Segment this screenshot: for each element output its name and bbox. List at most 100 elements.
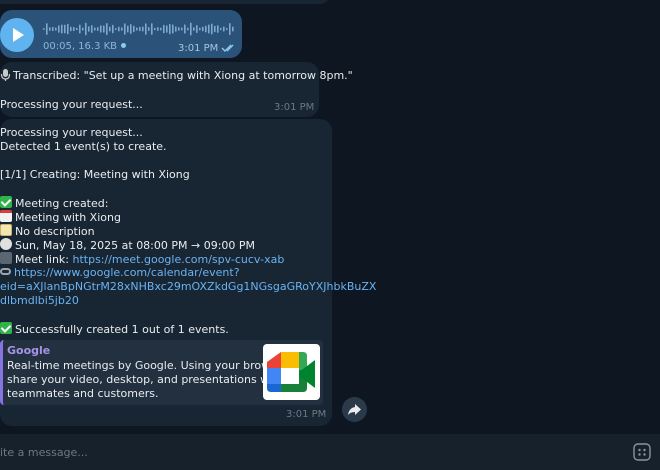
waveform-bar — [217, 25, 219, 33]
waveform-bar — [109, 26, 111, 32]
waveform-bar — [202, 26, 204, 32]
link-emoji — [0, 268, 11, 275]
waveform-bar — [187, 27, 189, 31]
message-input[interactable] — [0, 442, 610, 462]
success-line: Successfully created 1 out of 1 events. — [0, 322, 229, 336]
clock-emoji — [0, 238, 12, 250]
voice-message-bubble[interactable]: 00:05, 16.3 KB 3:01 PM — [0, 10, 242, 58]
waveform-bar — [145, 23, 147, 35]
waveform-bar — [208, 24, 210, 34]
waveform-bar — [115, 27, 117, 31]
waveform-bar — [184, 24, 186, 34]
forward-icon — [348, 404, 361, 415]
waveform-bar — [166, 25, 168, 33]
waveform-bar — [211, 23, 213, 35]
google-meet-logo — [267, 352, 315, 392]
waveform-bar — [139, 26, 141, 32]
waveform-bar — [79, 24, 81, 34]
waveform-bar — [61, 24, 63, 34]
waveform-bar — [160, 27, 162, 31]
waveform-bar — [73, 26, 75, 32]
memo-emoji — [0, 224, 12, 236]
meeting-title-line: Meeting with Xiong — [0, 210, 121, 224]
waveform-bar — [223, 26, 225, 32]
preview-description-line-1: Real-time meetings by Google. Using your… — [7, 359, 291, 372]
detected-text: Detected 1 event(s) to create. — [0, 140, 167, 153]
waveform-bar — [70, 26, 72, 32]
waveform-bar — [130, 23, 132, 35]
calendar-emoji — [0, 210, 12, 222]
calendar-link-part-2[interactable]: eid=aXJlanBpNGtrM28xNHBxc29mOXZkdGg1NGsg… — [0, 280, 376, 293]
waveform-bar — [52, 26, 54, 32]
success-text: Successfully created 1 out of 1 events. — [15, 323, 229, 336]
waveform-bar — [136, 27, 138, 31]
meet-link-line: Meet link: https://meet.google.com/spv-c… — [0, 252, 284, 266]
waveform-bar — [100, 25, 102, 33]
previous-message-bubble — [0, 0, 330, 4]
waveform-bar — [103, 25, 105, 33]
waveform-bar — [181, 27, 183, 31]
waveform-bar — [97, 27, 99, 31]
read-checkmarks-icon — [221, 44, 234, 52]
preview-thumbnail[interactable] — [263, 344, 320, 400]
waveform-bar — [94, 27, 96, 31]
camera-emoji — [0, 252, 12, 264]
waveform-bar — [232, 26, 234, 32]
calendar-link-part-1[interactable]: https://www.google.com/calendar/event? — [14, 266, 240, 279]
message-time: 3:01 PM — [286, 409, 327, 420]
waveform-bar — [169, 23, 171, 35]
calendar-link-text-3[interactable]: dlbmdlbi5jb20 — [0, 294, 79, 307]
waveform-bar — [193, 27, 195, 31]
waveform-bar — [205, 25, 207, 33]
meeting-description: No description — [15, 225, 95, 238]
creating-text: [1/1] Creating: Meeting with Xiong — [0, 168, 190, 181]
waveform-bar — [199, 27, 201, 31]
waveform-bar — [112, 24, 114, 34]
waveform[interactable] — [43, 22, 235, 36]
meeting-title: Meeting with Xiong — [15, 211, 121, 224]
check-mark-emoji — [0, 196, 12, 208]
waveform-bar — [121, 27, 123, 31]
check-mark-emoji — [0, 322, 12, 334]
message-time: 3:01 PM — [274, 102, 315, 113]
preview-description-line-3: teammates and customers. — [7, 387, 159, 400]
waveform-bar — [133, 25, 135, 33]
play-icon[interactable] — [0, 18, 34, 52]
sticker-icon[interactable] — [633, 443, 651, 461]
meet-link-label: Meet link: — [15, 253, 73, 266]
forward-button[interactable] — [342, 397, 367, 422]
waveform-bar — [175, 26, 177, 32]
waveform-bar — [190, 22, 192, 36]
transcription-message-bubble: Transcribed: "Set up a meeting with Xion… — [0, 62, 353, 117]
processing-text: Processing your request... — [0, 98, 143, 111]
waveform-bar — [67, 23, 69, 35]
waveform-bar — [46, 23, 48, 35]
waveform-bar — [43, 28, 45, 30]
link-preview-card[interactable]: Google Real-time meetings by Google. Usi… — [0, 340, 323, 405]
waveform-bar — [163, 24, 165, 34]
microphone-icon — [0, 69, 11, 81]
voice-duration-size: 00:05, 16.3 KB — [43, 41, 118, 52]
waveform-bar — [157, 27, 159, 31]
message-composer — [0, 434, 660, 470]
waveform-bar — [55, 27, 57, 31]
waveform-bar — [178, 27, 180, 31]
meeting-time-line: Sun, May 18, 2025 at 08:00 PM → 09:00 PM — [0, 238, 255, 252]
meet-link[interactable]: https://meet.google.com/spv-cucv-xab — [73, 253, 285, 266]
waveform-bar — [142, 26, 144, 32]
meeting-description-line: No description — [0, 224, 95, 238]
waveform-bar — [106, 22, 108, 36]
waveform-bar — [229, 22, 231, 36]
waveform-bar — [124, 23, 126, 35]
calendar-link-part-3[interactable]: dlbmdlbi5jb20 — [0, 294, 79, 307]
transcription-line: Transcribed: "Set up a meeting with Xion… — [0, 69, 353, 82]
meeting-created-text: Meeting created: — [15, 197, 109, 210]
waveform-bar — [214, 25, 216, 33]
processing-text: Processing your request... — [0, 126, 143, 139]
voice-message-meta: 00:05, 16.3 KB — [43, 41, 127, 52]
waveform-bar — [154, 27, 156, 31]
waveform-bar — [91, 25, 93, 33]
calendar-link-text-2[interactable]: eid=aXJlanBpNGtrM28xNHBxc29mOXZkdGg1NGsg… — [0, 280, 376, 293]
waveform-bar — [82, 27, 84, 31]
preview-description-line-2: share your video, desktop, and presentat… — [7, 373, 284, 386]
